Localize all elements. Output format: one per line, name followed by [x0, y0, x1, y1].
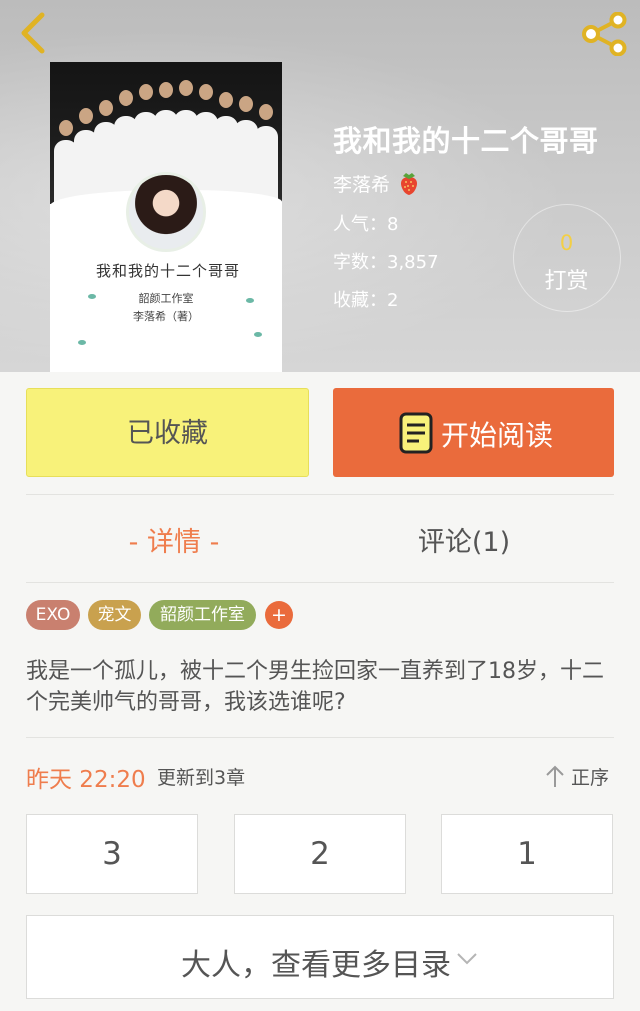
cover-studio: 韶颜工作室	[138, 292, 194, 305]
reward-count: 0	[559, 231, 574, 255]
add-tag-button[interactable]: +	[265, 601, 293, 629]
sort-order-button[interactable]: 正序	[544, 762, 614, 790]
tag-exo[interactable]: EXO	[26, 600, 80, 630]
book-header: 我和我的十二个哥哥 韶颜工作室 李落希（著） 我和我的十二个哥哥 李落希 人气：…	[0, 0, 640, 372]
back-chevron-icon	[21, 12, 45, 54]
sort-order-label: 正序	[571, 767, 610, 789]
chapter-button[interactable]: 1	[441, 814, 613, 894]
book-icon	[399, 412, 433, 454]
divider	[26, 494, 614, 495]
favorited-button[interactable]: 已收藏	[26, 388, 309, 477]
book-title: 我和我的十二个哥哥	[333, 124, 599, 158]
chapter-button[interactable]: 3	[26, 814, 198, 894]
start-reading-button[interactable]: 开始阅读	[333, 388, 614, 477]
cover-author: 李落希（著）	[133, 310, 199, 323]
back-button[interactable]	[14, 10, 54, 56]
update-text: 更新到3章	[157, 767, 246, 789]
divider	[26, 582, 614, 583]
more-catalog-label: 大人，查看更多目录	[181, 948, 451, 983]
chapter-button[interactable]: 2	[234, 814, 406, 894]
divider	[26, 737, 614, 738]
reward-label: 打赏	[544, 269, 589, 294]
tab-detail[interactable]: - 详情 -	[0, 520, 348, 559]
word-count-stat: 字数：3,857	[333, 252, 439, 273]
chevron-down-icon	[457, 953, 477, 965]
start-reading-label: 开始阅读	[441, 419, 554, 452]
update-time: 昨天 22:20	[26, 767, 146, 793]
share-button[interactable]	[580, 11, 630, 57]
strawberry-icon	[401, 173, 417, 195]
book-cover[interactable]: 我和我的十二个哥哥 韶颜工作室 李落希（著）	[50, 62, 282, 372]
tab-comments[interactable]: 评论(1)	[320, 520, 608, 559]
reward-button[interactable]: 0 打赏	[513, 204, 621, 312]
share-icon	[582, 11, 627, 57]
book-summary: 我是一个孤儿，被十二个男生捡回家一直养到了18岁，十二个完美帅气的哥哥，我该选谁…	[26, 659, 604, 715]
cover-title: 我和我的十二个哥哥	[95, 262, 240, 280]
author-name[interactable]: 李落希	[333, 170, 390, 197]
favorites-stat: 收藏：2	[333, 290, 399, 311]
tag-studio[interactable]: 韶颜工作室	[149, 600, 256, 630]
cover-portrait	[126, 172, 206, 252]
arrow-up-icon	[546, 765, 564, 787]
popularity-stat: 人气：8	[333, 214, 399, 235]
tag-pampering[interactable]: 宠文	[88, 600, 141, 630]
more-catalog-button[interactable]: 大人，查看更多目录	[26, 915, 614, 999]
